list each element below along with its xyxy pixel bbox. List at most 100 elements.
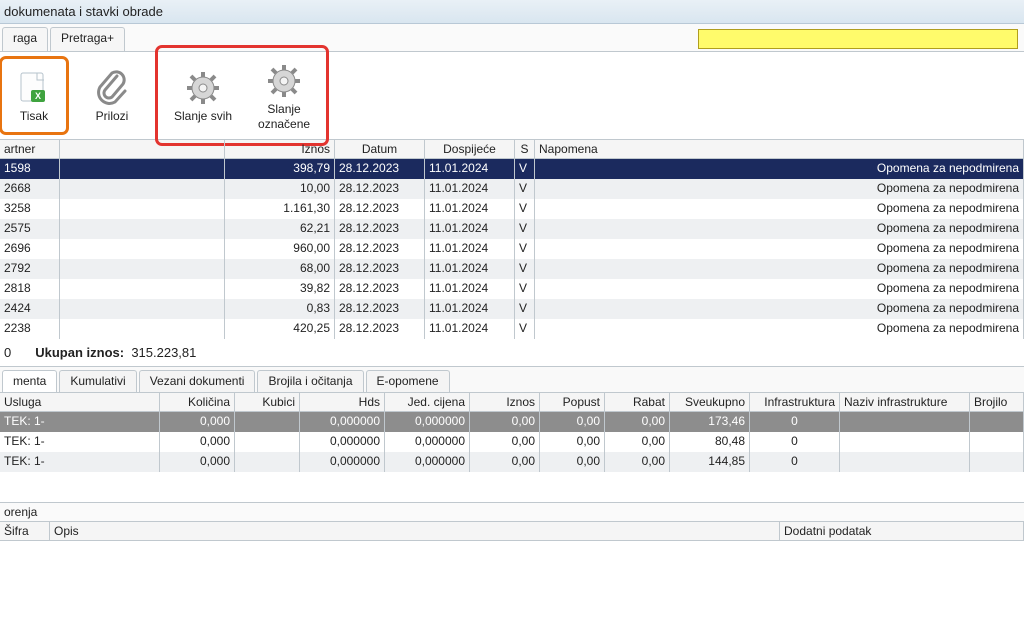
- cell: 11.01.2024: [425, 179, 515, 199]
- cell: 11.01.2024: [425, 279, 515, 299]
- cell: V: [515, 159, 535, 179]
- gear-icon: [266, 60, 302, 102]
- bottom-grid-header: Šifra Opis Dodatni podatak: [0, 522, 1024, 541]
- paperclip-icon: [95, 67, 129, 109]
- cell: 2818: [0, 279, 60, 299]
- cell: [840, 432, 970, 452]
- cell: 0,00: [470, 432, 540, 452]
- cell: 0: [750, 432, 840, 452]
- col-s[interactable]: S: [515, 140, 535, 158]
- cell: 0,000000: [300, 412, 385, 432]
- search-input[interactable]: [698, 29, 1018, 49]
- bcol-opis[interactable]: Opis: [50, 522, 780, 540]
- tab-menta[interactable]: menta: [2, 370, 57, 392]
- cell: TEK: 1-: [0, 432, 160, 452]
- dcol-brojilo[interactable]: Brojilo: [970, 393, 1024, 411]
- cell: 2696: [0, 239, 60, 259]
- col-dospijece[interactable]: Dospijeće: [425, 140, 515, 158]
- slanje-oznacene-label: Slanje označene: [258, 102, 310, 131]
- cell: 0,000000: [385, 452, 470, 472]
- tab-pretraga-plus[interactable]: Pretraga+: [50, 27, 125, 51]
- cell: [235, 412, 300, 432]
- tab-raga[interactable]: raga: [2, 27, 48, 51]
- cell: 2238: [0, 319, 60, 339]
- cell: V: [515, 179, 535, 199]
- top-tab-bar: raga Pretraga+: [0, 24, 1024, 52]
- dcol-kolicina[interactable]: Količina: [160, 393, 235, 411]
- dcol-infra[interactable]: Infrastruktura: [750, 393, 840, 411]
- cell: Opomena za nepodmirena: [535, 319, 1024, 339]
- dcol-popust[interactable]: Popust: [540, 393, 605, 411]
- dcol-hds[interactable]: Hds: [300, 393, 385, 411]
- col-napomena[interactable]: Napomena: [535, 140, 1024, 158]
- cell: 0,00: [605, 412, 670, 432]
- table-row[interactable]: TEK: 1-0,0000,0000000,0000000,000,000,00…: [0, 432, 1024, 452]
- cell: [60, 179, 225, 199]
- dcol-naziv[interactable]: Naziv infrastrukture: [840, 393, 970, 411]
- col-partner[interactable]: artner: [0, 140, 60, 158]
- cell: [840, 452, 970, 472]
- bcol-sifra[interactable]: Šifra: [0, 522, 50, 540]
- dcol-iznos[interactable]: Iznos: [470, 393, 540, 411]
- col-datum[interactable]: Datum: [335, 140, 425, 158]
- cell: [235, 452, 300, 472]
- table-row[interactable]: 257562,2128.12.202311.01.2024VOpomena za…: [0, 219, 1024, 239]
- cell: V: [515, 299, 535, 319]
- cell: 960,00: [225, 239, 335, 259]
- cell: 1598: [0, 159, 60, 179]
- dcol-kubici[interactable]: Kubici: [235, 393, 300, 411]
- dcol-sveukupno[interactable]: Sveukupno: [670, 393, 750, 411]
- cell: 0,00: [540, 412, 605, 432]
- cell: 0,00: [540, 452, 605, 472]
- table-row[interactable]: 1598398,7928.12.202311.01.2024VOpomena z…: [0, 159, 1024, 179]
- cell: 68,00: [225, 259, 335, 279]
- tab-vezani-dokumenti[interactable]: Vezani dokumenti: [139, 370, 256, 392]
- dcol-jed[interactable]: Jed. cijena: [385, 393, 470, 411]
- col-blank[interactable]: [60, 140, 225, 158]
- table-row[interactable]: TEK: 1-0,0000,0000000,0000000,000,000,00…: [0, 412, 1024, 432]
- cell: 0,000000: [385, 412, 470, 432]
- cell: [235, 432, 300, 452]
- tab-brojila[interactable]: Brojila i očitanja: [257, 370, 363, 392]
- cell: 28.12.2023: [335, 159, 425, 179]
- cell: Opomena za nepodmirena: [535, 239, 1024, 259]
- table-row[interactable]: 2696960,0028.12.202311.01.2024VOpomena z…: [0, 239, 1024, 259]
- cell: 0,000000: [385, 432, 470, 452]
- table-row[interactable]: 266810,0028.12.202311.01.2024VOpomena za…: [0, 179, 1024, 199]
- toolbar: X Tisak Prilozi Slanje svih: [0, 52, 1024, 140]
- dcol-rabat[interactable]: Rabat: [605, 393, 670, 411]
- cell: 0,83: [225, 299, 335, 319]
- main-grid-body[interactable]: 1598398,7928.12.202311.01.2024VOpomena z…: [0, 159, 1024, 339]
- tisak-button[interactable]: X Tisak: [4, 61, 64, 129]
- cell: TEK: 1-: [0, 412, 160, 432]
- table-row[interactable]: 281839,8228.12.202311.01.2024VOpomena za…: [0, 279, 1024, 299]
- cell: 11.01.2024: [425, 239, 515, 259]
- tab-e-opomene[interactable]: E-opomene: [366, 370, 450, 392]
- slanje-svih-button[interactable]: Slanje svih: [170, 54, 236, 137]
- cell: 144,85: [670, 452, 750, 472]
- prilozi-button[interactable]: Prilozi: [82, 61, 142, 129]
- table-row[interactable]: TEK: 1-0,0000,0000000,0000000,000,000,00…: [0, 452, 1024, 472]
- cell: 11.01.2024: [425, 159, 515, 179]
- table-row[interactable]: 2238420,2528.12.202311.01.2024VOpomena z…: [0, 319, 1024, 339]
- cell: [60, 219, 225, 239]
- dcol-usluga[interactable]: Usluga: [0, 393, 160, 411]
- cell: 0,00: [605, 432, 670, 452]
- cell: 28.12.2023: [335, 279, 425, 299]
- svg-text:X: X: [35, 91, 41, 101]
- detail-grid-body[interactable]: TEK: 1-0,0000,0000000,0000000,000,000,00…: [0, 412, 1024, 472]
- slanje-oznacene-button[interactable]: Slanje označene: [254, 54, 314, 137]
- table-row[interactable]: 24240,8328.12.202311.01.2024VOpomena za …: [0, 299, 1024, 319]
- cell: 28.12.2023: [335, 239, 425, 259]
- tab-kumulativi[interactable]: Kumulativi: [59, 370, 136, 392]
- table-row[interactable]: 32581.161,3028.12.202311.01.2024VOpomena…: [0, 199, 1024, 219]
- cell: [970, 412, 1024, 432]
- cell: 0,00: [470, 412, 540, 432]
- cell: 0,00: [540, 432, 605, 452]
- bcol-dodatni[interactable]: Dodatni podatak: [780, 522, 1024, 540]
- cell: 0,000: [160, 452, 235, 472]
- excel-icon: X: [16, 67, 52, 109]
- col-iznos[interactable]: Iznos: [225, 140, 335, 158]
- cell: 0: [750, 412, 840, 432]
- table-row[interactable]: 279268,0028.12.202311.01.2024VOpomena za…: [0, 259, 1024, 279]
